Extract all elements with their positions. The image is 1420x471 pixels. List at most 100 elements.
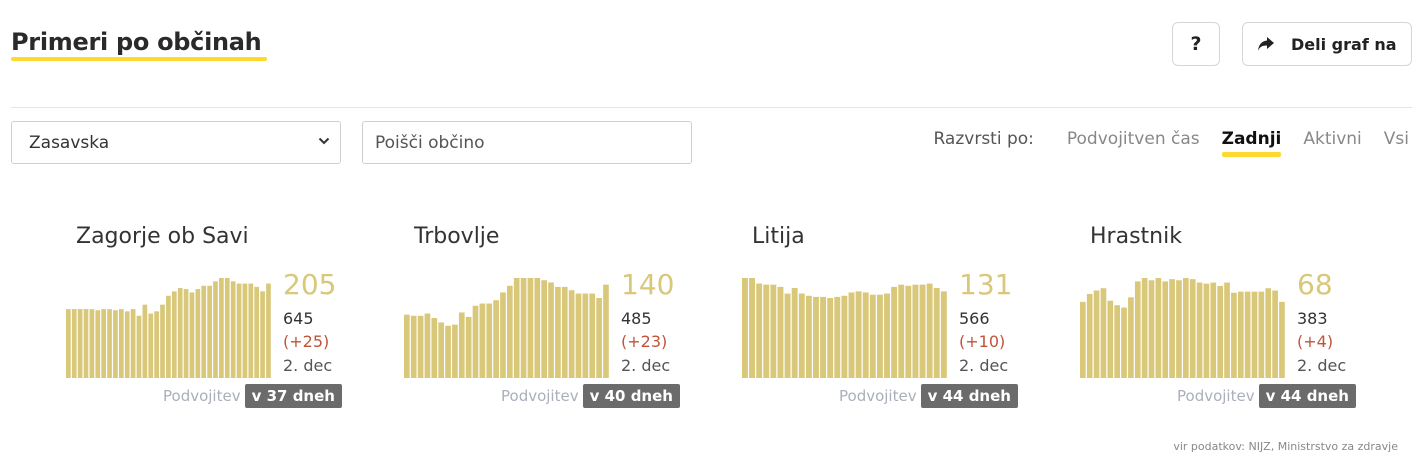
help-button[interactable]: ? <box>1172 22 1220 66</box>
sparkline-bar <box>113 310 118 378</box>
delta-value: (+23) <box>621 332 668 351</box>
sparkline-bar <box>1203 283 1210 378</box>
sparkline-bar <box>513 278 520 378</box>
sparkline-bar-chart <box>66 278 271 378</box>
sparkline-bar <box>148 313 154 378</box>
region-select-value: Zasavska <box>29 132 110 153</box>
sparkline-bar <box>266 283 271 378</box>
sparkline-bar <box>107 309 112 378</box>
sparkline-bar <box>813 296 819 378</box>
doubling-label: Podvojitev <box>1177 387 1255 405</box>
sparkline-bar <box>242 283 248 378</box>
sparkline-bar-chart <box>742 278 947 378</box>
municipality-card: Trbovlje 140 485 (+23) 2. dec Podvojitev… <box>404 222 704 422</box>
date-label: 2. dec <box>1297 356 1347 375</box>
doubling-badge: v 37 dneh <box>244 384 342 408</box>
sort-option-doubling[interactable]: Podvojitven čas <box>1067 129 1200 149</box>
sort-option-active[interactable]: Aktivni <box>1303 129 1361 149</box>
date-label: 2. dec <box>621 356 671 375</box>
sparkline-bar <box>404 314 410 378</box>
sparkline-bar <box>458 312 465 378</box>
sparkline-bar <box>66 309 71 378</box>
sparkline-bar <box>555 286 561 378</box>
sparkline-bar <box>1148 280 1155 378</box>
sparkline-bar <box>201 285 207 378</box>
search-input[interactable]: Poišči občino <box>362 121 692 164</box>
sparkline-bar <box>254 286 260 378</box>
sparkline-bar <box>926 283 933 378</box>
sparkline-bar <box>1231 292 1237 378</box>
sparkline-bar <box>841 295 848 378</box>
sparkline-bar <box>891 286 898 378</box>
sparkline-bar <box>834 296 841 378</box>
doubling-label: Podvojitev <box>501 387 579 405</box>
header-divider <box>11 107 1412 108</box>
sparkline-bar <box>1114 305 1120 378</box>
doubling-badge: v 44 dneh <box>920 384 1018 408</box>
sparkline-bar-chart <box>404 278 609 378</box>
sparkline-bar <box>224 278 230 378</box>
latest-value: 140 <box>621 268 675 301</box>
sparkline-bar <box>89 309 95 378</box>
sparkline-bar <box>500 292 506 378</box>
sparkline-bar <box>1224 282 1230 378</box>
doubling-info: Podvojitev v 37 dneh <box>163 384 342 408</box>
delta-value: (+25) <box>283 332 330 351</box>
share-button-label: Deli graf na <box>1291 34 1397 54</box>
sparkline-bar <box>236 283 242 378</box>
sparkline-bar <box>160 304 165 378</box>
sparkline-bar <box>1237 291 1244 378</box>
sparkline-bar <box>548 282 554 378</box>
date-label: 2. dec <box>283 356 333 375</box>
sparkline-bar <box>603 284 609 378</box>
sort-option-all[interactable]: Vsi <box>1384 129 1409 149</box>
sparkline-bar <box>589 293 596 378</box>
sparkline-bar <box>1134 281 1141 378</box>
sort-control: Razvrsti po: Podvojitven čas Zadnji Akti… <box>933 129 1409 157</box>
municipality-name: Litija <box>752 224 805 249</box>
share-button[interactable]: Deli graf na <box>1242 22 1412 66</box>
sparkline-bar <box>479 303 486 378</box>
latest-value: 68 <box>1297 268 1333 301</box>
sparkline-bar <box>83 309 89 378</box>
sparkline-bar <box>1279 301 1285 378</box>
sparkline-bar <box>820 296 827 378</box>
sparkline-bar <box>445 325 451 378</box>
sparkline-bar <box>862 292 869 378</box>
total-value: 485 <box>621 309 652 328</box>
sparkline-bar <box>919 284 926 378</box>
sparkline-bar <box>848 292 855 378</box>
sparkline-bar <box>424 313 431 378</box>
total-value: 383 <box>1297 309 1328 328</box>
sparkline-bar <box>472 305 479 378</box>
sparkline-bar <box>827 298 834 378</box>
sparkline-bar-chart <box>1080 278 1285 378</box>
sparkline-bar <box>219 278 224 378</box>
sparkline-bar <box>171 291 177 378</box>
sparkline-bar <box>136 315 142 378</box>
sparkline-bar <box>1086 293 1093 378</box>
sparkline-bar <box>183 289 189 378</box>
sparkline-bar <box>124 311 130 378</box>
municipality-card: Litija 131 566 (+10) 2. dec Podvojitev v… <box>742 222 1042 422</box>
municipality-name: Zagorje ob Savi <box>76 224 249 249</box>
sparkline-bar <box>142 304 148 378</box>
region-select[interactable]: Zasavska <box>11 121 341 164</box>
sparkline-bar <box>101 309 106 378</box>
sparkline-bar <box>410 315 417 378</box>
municipality-name: Hrastnik <box>1090 224 1182 249</box>
title-underline <box>11 57 267 61</box>
sparkline-bar <box>527 278 534 378</box>
sparkline-bar <box>940 291 947 378</box>
sparkline-bar <box>568 290 575 378</box>
search-placeholder: Poišči občino <box>375 132 485 153</box>
sparkline-bar <box>805 295 812 378</box>
sort-option-latest[interactable]: Zadnji <box>1221 129 1281 157</box>
page-title: Primeri po občinah <box>11 28 262 56</box>
sparkline-bar <box>1217 285 1223 378</box>
doubling-info: Podvojitev v 44 dneh <box>839 384 1018 408</box>
sparkline-bar <box>869 294 876 378</box>
sparkline-bar <box>431 318 438 378</box>
sparkline-bar <box>1189 279 1196 378</box>
sparkline-bar <box>248 283 254 378</box>
